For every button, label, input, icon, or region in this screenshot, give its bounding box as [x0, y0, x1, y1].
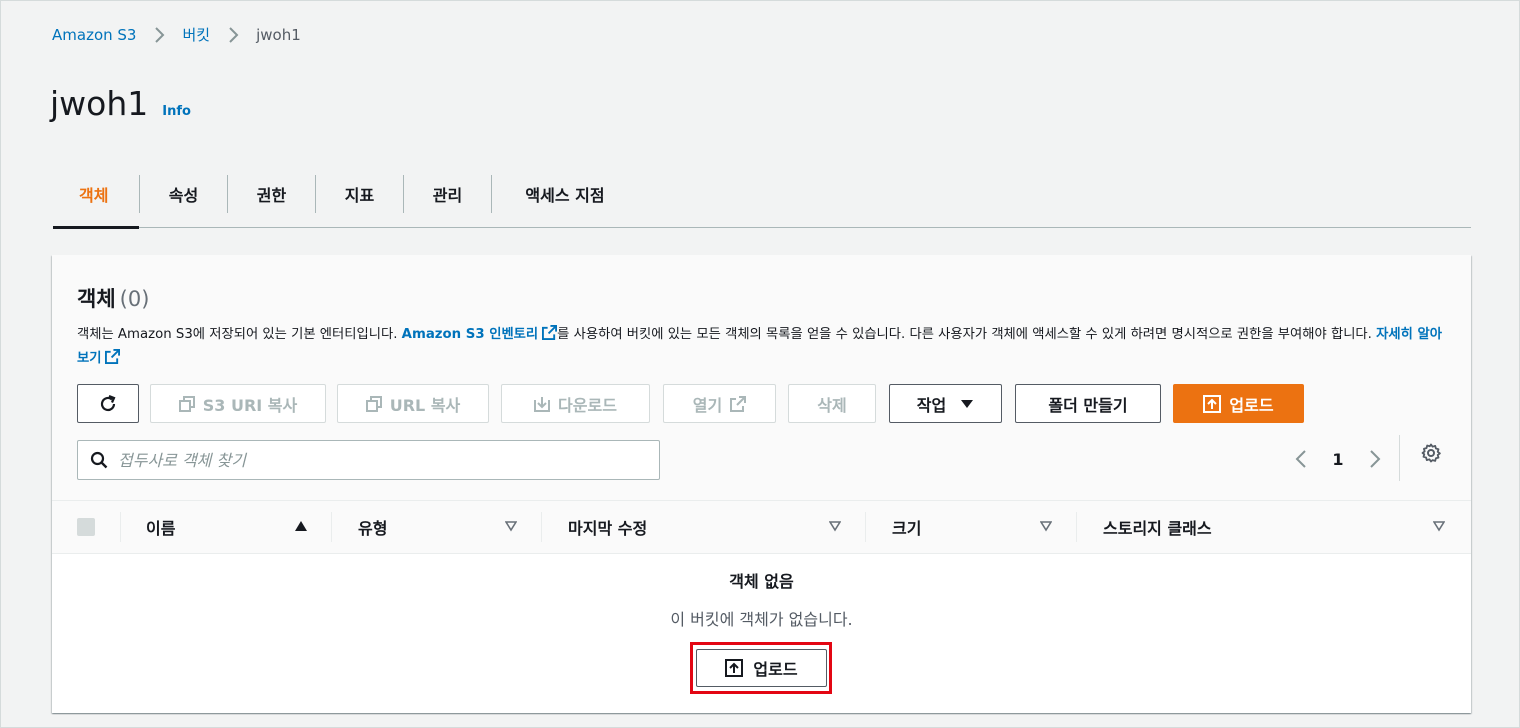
breadcrumb: Amazon S3 버킷 jwoh1	[52, 24, 301, 45]
copy-icon	[178, 395, 195, 412]
open-button[interactable]: 열기	[663, 384, 776, 423]
delete-button[interactable]: 삭제	[788, 384, 876, 423]
refresh-button[interactable]	[77, 384, 139, 423]
desc-text-2: 를 사용하여 버킷에 있는 모든 객체의 목록을 얻을 수 있습니다. 다른 사…	[557, 327, 1372, 342]
column-divider	[120, 512, 121, 542]
panel-description: 객체는 Amazon S3에 저장되어 있는 기본 엔터티입니다. Amazon…	[77, 323, 1447, 371]
tab-permissions[interactable]: 권한	[228, 160, 315, 228]
copy-s3-uri-button[interactable]: S3 URI 복사	[150, 384, 326, 423]
search-icon	[90, 451, 108, 469]
sort-icon[interactable]	[1433, 520, 1445, 532]
upload-icon	[1203, 394, 1222, 413]
actions-dropdown[interactable]: 작업	[889, 384, 1002, 423]
objects-panel: 객체 (0) 객체는 Amazon S3에 저장되어 있는 기본 엔터티입니다. …	[52, 255, 1471, 713]
panel-title: 객체 (0)	[77, 283, 149, 313]
tab-objects[interactable]: 객체	[53, 160, 139, 229]
tab-management[interactable]: 관리	[404, 160, 491, 228]
pagination-divider	[1399, 435, 1400, 481]
upload-icon	[725, 659, 744, 677]
chevron-right-icon[interactable]	[1363, 449, 1387, 469]
tab-metrics[interactable]: 지표	[316, 160, 403, 228]
chevron-left-icon[interactable]	[1289, 449, 1313, 469]
upload-button[interactable]: 업로드	[1173, 384, 1304, 423]
column-divider	[1076, 512, 1077, 542]
column-last-modified[interactable]: 마지막 수정	[568, 501, 647, 553]
empty-upload-label: 업로드	[753, 660, 798, 679]
object-count: (0)	[119, 287, 150, 311]
empty-state-title: 객체 없음	[729, 572, 794, 591]
breadcrumb-buckets[interactable]: 버킷	[182, 24, 210, 45]
chevron-right-icon	[227, 26, 239, 43]
copy-s3-uri-label: S3 URI 복사	[202, 395, 298, 415]
breadcrumb-current: jwoh1	[256, 25, 301, 44]
upload-label: 업로드	[1229, 395, 1274, 415]
create-folder-button[interactable]: 폴더 만들기	[1015, 384, 1161, 423]
tab-properties[interactable]: 속성	[140, 160, 227, 228]
column-type[interactable]: 유형	[358, 501, 387, 553]
page-title: jwoh1	[50, 84, 149, 123]
pagination: 1	[1289, 441, 1387, 477]
copy-icon	[365, 395, 382, 412]
table-header: 이름 유형 마지막 수정 크기 스토리지 클래스	[52, 500, 1471, 554]
download-label: 다운로드	[558, 395, 617, 415]
chevron-right-icon	[153, 26, 165, 43]
copy-url-button[interactable]: URL 복사	[337, 384, 489, 423]
select-all-checkbox[interactable]	[77, 518, 95, 536]
refresh-icon	[100, 394, 116, 411]
tab-bar: 객체 속성 권한 지표 관리 액세스 지점	[53, 160, 1471, 229]
desc-text-1: 객체는 Amazon S3에 저장되어 있는 기본 엔터티입니다.	[77, 327, 398, 342]
tab-access-points[interactable]: 액세스 지점	[492, 160, 638, 228]
info-link[interactable]: Info	[162, 104, 191, 119]
empty-upload-button[interactable]: 업로드	[696, 649, 827, 687]
create-folder-label: 폴더 만들기	[1048, 395, 1128, 415]
delete-label: 삭제	[817, 395, 847, 415]
open-label: 열기	[692, 395, 723, 415]
download-icon	[534, 396, 551, 412]
current-page[interactable]: 1	[1313, 450, 1363, 469]
breadcrumb-amazon-s3[interactable]: Amazon S3	[52, 26, 136, 44]
actions-label: 작업	[916, 395, 947, 415]
search-input[interactable]	[118, 450, 638, 470]
column-divider	[541, 512, 542, 542]
gear-icon[interactable]	[1420, 442, 1442, 464]
copy-url-label: URL 복사	[389, 395, 461, 415]
sort-icon[interactable]	[829, 520, 841, 532]
column-storage-class[interactable]: 스토리지 클래스	[1103, 501, 1212, 553]
download-button[interactable]: 다운로드	[501, 384, 650, 423]
page-header: jwoh1 Info	[50, 84, 191, 123]
external-link-icon	[730, 395, 747, 412]
external-link-icon	[542, 325, 558, 340]
column-divider	[865, 512, 866, 542]
empty-state-description: 이 버킷에 객체가 없습니다.	[670, 610, 853, 629]
search-box	[77, 440, 660, 480]
inventory-link-label: Amazon S3 인벤토리	[401, 327, 539, 342]
external-link-icon	[105, 349, 121, 364]
column-size[interactable]: 크기	[892, 501, 921, 553]
inventory-link[interactable]: Amazon S3 인벤토리	[401, 325, 558, 342]
column-divider	[331, 512, 332, 542]
sort-icon[interactable]	[505, 520, 517, 532]
sort-icon[interactable]	[1040, 520, 1052, 532]
sort-ascending-icon[interactable]	[294, 520, 308, 532]
caret-down-icon	[961, 399, 974, 408]
panel-title-text: 객체	[77, 287, 116, 311]
column-name[interactable]: 이름	[146, 501, 175, 553]
